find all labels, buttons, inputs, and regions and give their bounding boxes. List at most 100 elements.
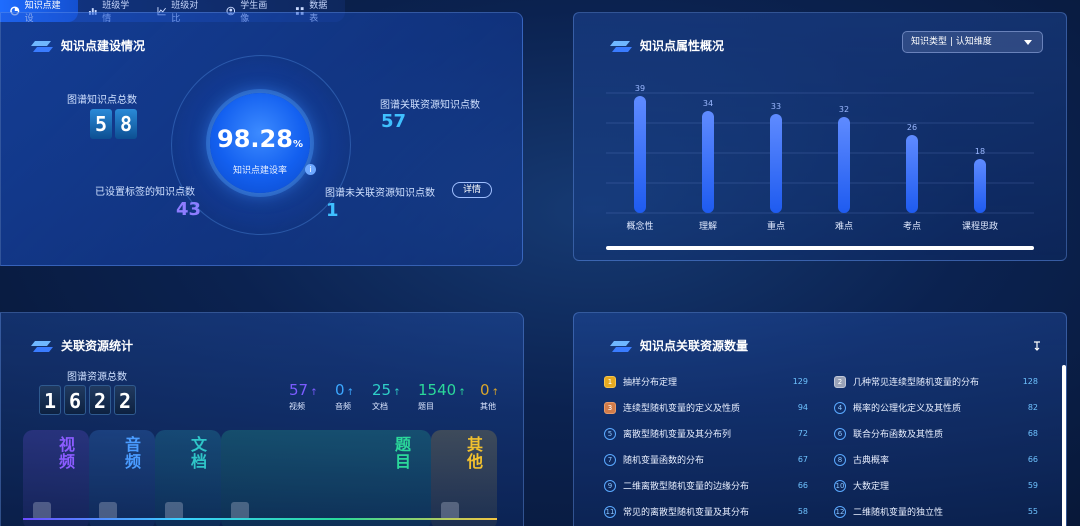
- list-item[interactable]: 8 古典概率 66: [834, 453, 1038, 466]
- resource-stat-label: 音频: [335, 402, 351, 411]
- chart-scrollbar[interactable]: [606, 246, 1034, 250]
- rank-badge: 4: [834, 401, 846, 414]
- list-item[interactable]: 9 二维离散型随机变量的边缘分布 66: [604, 479, 808, 492]
- rank-badge: 12: [834, 505, 846, 518]
- rank-badge: 1: [604, 375, 616, 388]
- knowledge-name: 连续型随机变量的定义及性质: [623, 404, 741, 414]
- detail-button[interactable]: 详情: [452, 182, 492, 198]
- info-icon[interactable]: i: [305, 164, 316, 175]
- rank-badge: 11: [604, 505, 616, 518]
- knowledge-name: 大数定理: [853, 482, 890, 492]
- list-item[interactable]: 12 二维随机变量的独立性 55: [834, 505, 1038, 518]
- rank-badge: 7: [604, 453, 616, 466]
- knowledge-name: 几种常见连续型随机变量的分布: [853, 378, 980, 388]
- resource-card[interactable]: 音频: [89, 430, 155, 526]
- sort-icon[interactable]: [1032, 341, 1042, 351]
- bar-value-label: 32: [839, 105, 849, 114]
- resource-count: 67: [797, 455, 808, 464]
- arrow-up-icon: ↑: [346, 388, 355, 398]
- knowledge-name: 二维随机变量的独立性: [853, 508, 944, 518]
- list-item[interactable]: 3 连续型随机变量的定义及性质 94: [604, 401, 808, 414]
- rank-badge: 10: [834, 479, 846, 492]
- resource-stat-label: 题目: [418, 402, 434, 411]
- resource-count: 129: [792, 377, 808, 386]
- category-label: 考点: [903, 221, 921, 232]
- resource-stat-value: 25 ↑: [372, 381, 401, 399]
- arrow-up-icon: ↑: [458, 388, 466, 398]
- bar-value-label: 34: [703, 99, 713, 108]
- linked-knowledge-label: 图谱关联资源知识点数: [380, 100, 480, 111]
- rank-badge: 6: [834, 427, 846, 440]
- resource-stat-value: 0 ↑: [335, 381, 355, 399]
- resource-count: 66: [1027, 455, 1038, 464]
- dimension-select[interactable]: 知识类型 | 认知维度: [902, 31, 1043, 53]
- knowledge-resource-count-panel: 知识点关联资源数量 1 抽样分布定理 129 3 连续型随机变量的定义及性质 94 5 离散型…: [573, 312, 1067, 526]
- panel-title-build: 知识点建设情况: [31, 37, 145, 54]
- rank-badge: 8: [834, 453, 846, 466]
- unlinked-knowledge-label: 图谱未关联资源知识点数: [325, 188, 435, 199]
- linked-knowledge-value: 57: [381, 111, 407, 132]
- resource-card[interactable]: 视频: [23, 430, 89, 526]
- resource-card[interactable]: 题目: [221, 430, 431, 526]
- resource-stat: 0 ↑ 其他: [480, 381, 499, 412]
- resource-stat: 1540 ↑ 题目: [418, 381, 466, 412]
- category-label: 概念性: [626, 220, 653, 232]
- list-item[interactable]: 7 随机变量函数的分布 67: [604, 453, 808, 466]
- resource-underline: [23, 518, 497, 520]
- total-knowledge-digits: 58: [90, 109, 140, 139]
- resource-total-digits: 1622: [39, 385, 139, 415]
- resource-card[interactable]: 文档: [155, 430, 221, 526]
- knowledge-name: 抽样分布定理: [623, 378, 678, 388]
- arrow-up-icon: ↑: [491, 388, 500, 398]
- knowledge-name: 离散型随机变量及其分布列: [623, 430, 732, 440]
- resource-stat-label: 其他: [480, 402, 496, 411]
- category-label: 理解: [699, 220, 717, 232]
- digit: 5: [90, 109, 112, 139]
- resource-count: 68: [1027, 429, 1038, 438]
- bar[interactable]: [906, 135, 918, 213]
- digit: 8: [115, 109, 137, 139]
- category-label: 难点: [835, 221, 853, 232]
- resource-card[interactable]: 其他: [431, 430, 497, 526]
- resource-count: 66: [797, 481, 808, 490]
- digit: 6: [64, 385, 86, 415]
- title-logo-icon: [31, 40, 53, 52]
- list-item[interactable]: 11 常见的离散型随机变量及其分布 58: [604, 505, 808, 518]
- resource-card-label: 音频: [122, 436, 141, 470]
- list-item[interactable]: 4 概率的公理化定义及其性质 82: [834, 401, 1038, 414]
- title-logo-icon: [610, 40, 632, 52]
- list-item[interactable]: 10 大数定理 59: [834, 479, 1038, 492]
- resource-stat-label: 视频: [289, 402, 305, 411]
- bar-value-label: 33: [771, 102, 781, 111]
- resource-stat-value: 1540 ↑: [418, 381, 466, 399]
- rank-badge: 5: [604, 427, 616, 440]
- list-item[interactable]: 2 几种常见连续型随机变量的分布 128: [834, 375, 1038, 388]
- title-logo-icon: [610, 340, 632, 352]
- attr-bar-chart: 39 概念性 34 理解 33 重点 32 难点 26 考点 18 课程思政: [606, 84, 1034, 232]
- panel-title-attr: 知识点属性概况: [610, 37, 724, 54]
- knowledge-name: 古典概率: [853, 456, 890, 466]
- bar[interactable]: [770, 114, 782, 213]
- rank-badge: 9: [604, 479, 616, 492]
- knowledge-build-panel: 知识点建设情况 图谱知识点总数 58 已设置标签的知识点数 43 98.28% …: [0, 12, 523, 266]
- category-label: 重点: [767, 220, 785, 232]
- resource-count: 128: [1022, 377, 1038, 386]
- arrow-up-icon: ↑: [310, 388, 318, 398]
- list-item[interactable]: 6 联合分布函数及其性质 68: [834, 427, 1038, 440]
- bar[interactable]: [838, 117, 850, 213]
- bar[interactable]: [974, 159, 986, 213]
- bar[interactable]: [702, 111, 714, 213]
- resource-stat: 25 ↑ 文档: [372, 381, 401, 412]
- rank-badge: 3: [604, 401, 616, 414]
- rank-badge: 2: [834, 375, 846, 388]
- list-item[interactable]: 5 离散型随机变量及其分布列 72: [604, 427, 808, 440]
- list-item[interactable]: 1 抽样分布定理 129: [604, 375, 808, 388]
- resource-card-label: 视频: [56, 436, 75, 470]
- list-scrollbar[interactable]: [1062, 365, 1066, 526]
- bar[interactable]: [634, 96, 646, 213]
- knowledge-name: 常见的离散型随机变量及其分布: [623, 508, 750, 518]
- chevron-down-icon: [1024, 40, 1032, 45]
- resource-stat: 0 ↑ 音频: [335, 381, 354, 412]
- knowledge-name: 联合分布函数及其性质: [853, 430, 944, 440]
- category-label: 课程思政: [962, 220, 998, 232]
